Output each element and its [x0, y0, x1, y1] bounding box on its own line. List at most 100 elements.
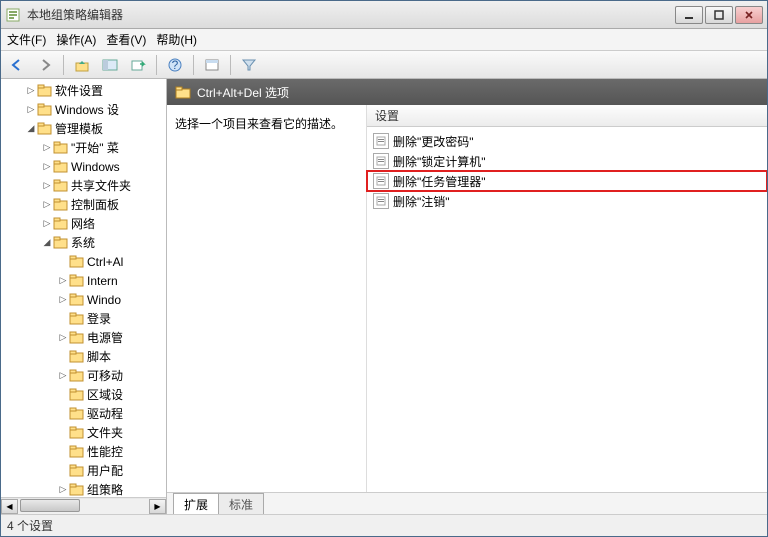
expand-icon[interactable]: ▷ — [41, 199, 53, 210]
settings-list[interactable]: 删除"更改密码" 删除"锁定计算机" 删除"任务管理器"删除"注销" — [367, 127, 767, 492]
expand-icon[interactable]: ▷ — [41, 218, 53, 229]
folder-icon — [69, 274, 85, 288]
tree-item-label: 网络 — [71, 215, 95, 232]
expand-icon[interactable]: ▷ — [25, 104, 37, 115]
tree-item[interactable]: ▷组策略 — [1, 480, 166, 497]
content-area: ▷软件设置▷Windows 设◢管理模板▷"开始" 菜▷Windows▷共享文件… — [1, 79, 767, 514]
tree-item[interactable]: ▷ 网络 — [1, 214, 166, 233]
list-header-label: 设置 — [375, 107, 399, 124]
toolbar-separator — [193, 55, 194, 75]
description-prompt: 选择一个项目来查看它的描述。 — [175, 117, 343, 131]
minimize-button[interactable] — [675, 6, 703, 24]
menu-help[interactable]: 帮助(H) — [156, 31, 197, 48]
folder-icon — [69, 388, 85, 402]
tree-body[interactable]: ▷软件设置▷Windows 设◢管理模板▷"开始" 菜▷Windows▷共享文件… — [1, 79, 166, 497]
tree-item[interactable]: 登录 — [1, 309, 166, 328]
tab-extended[interactable]: 扩展 — [173, 493, 219, 514]
tree-item[interactable]: ▷可移动 — [1, 366, 166, 385]
tree-hscrollbar[interactable]: ◀ ▶ — [1, 497, 166, 514]
scroll-track[interactable] — [18, 499, 149, 514]
forward-button[interactable] — [33, 54, 57, 76]
tree-item-label: Windo — [87, 293, 121, 307]
right-pane: Ctrl+Alt+Del 选项 选择一个项目来查看它的描述。 设置 删除"更改密… — [167, 79, 767, 514]
app-icon — [5, 7, 21, 23]
tree-item[interactable]: ▷Windows — [1, 157, 166, 176]
menu-action[interactable]: 操作(A) — [56, 31, 96, 48]
policy-icon — [373, 173, 389, 189]
maximize-button[interactable] — [705, 6, 733, 24]
folder-icon — [69, 369, 85, 383]
tree-item[interactable]: ▷"开始" 菜 — [1, 138, 166, 157]
tree-item[interactable]: 性能控 — [1, 442, 166, 461]
tree-item[interactable]: Ctrl+Al — [1, 252, 166, 271]
show-hide-tree-button[interactable] — [98, 54, 122, 76]
export-list-button[interactable] — [126, 54, 150, 76]
tree-item[interactable]: ◢ 系统 — [1, 233, 166, 252]
menu-file[interactable]: 文件(F) — [7, 31, 46, 48]
tree-item-label: 区域设 — [87, 386, 123, 403]
expand-icon[interactable]: ▷ — [25, 85, 37, 96]
expand-icon[interactable]: ◢ — [41, 237, 53, 248]
scroll-thumb[interactable] — [20, 499, 80, 512]
toolbar-separator — [230, 55, 231, 75]
expand-icon[interactable]: ▷ — [41, 161, 53, 172]
tree-item[interactable]: ▷控制面板 — [1, 195, 166, 214]
folder-icon — [175, 85, 191, 99]
up-folder-button[interactable] — [70, 54, 94, 76]
tree-item[interactable]: ▷ 共享文件夹 — [1, 176, 166, 195]
menubar: 文件(F) 操作(A) 查看(V) 帮助(H) — [1, 29, 767, 51]
expand-icon[interactable]: ▷ — [57, 275, 69, 286]
properties-button[interactable] — [200, 54, 224, 76]
tree-item[interactable]: ▷电源管 — [1, 328, 166, 347]
list-header-setting[interactable]: 设置 — [367, 105, 767, 127]
expand-icon[interactable]: ▷ — [41, 180, 53, 191]
folder-icon — [37, 84, 53, 98]
list-row[interactable]: 删除"任务管理器" — [367, 171, 767, 191]
titlebar[interactable]: 本地组策略编辑器 — [1, 1, 767, 29]
tree-item[interactable]: 用户配 — [1, 461, 166, 480]
folder-icon — [69, 331, 85, 345]
expand-icon[interactable]: ▷ — [57, 370, 69, 381]
tree-item[interactable]: 脚本 — [1, 347, 166, 366]
tree-item-label: 共享文件夹 — [71, 177, 131, 194]
tree-item[interactable]: 文件夹 — [1, 423, 166, 442]
tree-item[interactable]: ▷软件设置 — [1, 81, 166, 100]
tree-item[interactable]: ◢管理模板 — [1, 119, 166, 138]
folder-icon — [69, 464, 85, 478]
expand-icon[interactable]: ▷ — [57, 484, 69, 495]
expand-icon[interactable]: ▷ — [41, 142, 53, 153]
folder-icon — [69, 293, 85, 307]
expand-icon[interactable]: ▷ — [57, 332, 69, 343]
tree-item-label: 系统 — [71, 234, 95, 251]
tree-item-label: Intern — [87, 274, 118, 288]
list-row[interactable]: 删除"锁定计算机" — [367, 151, 767, 171]
window-title: 本地组策略编辑器 — [27, 6, 675, 23]
help-button[interactable]: ? — [163, 54, 187, 76]
list-row[interactable]: 删除"更改密码" — [367, 131, 767, 151]
list-row-text: 删除"任务管理器" — [393, 173, 486, 190]
tab-standard[interactable]: 标准 — [218, 493, 264, 514]
scroll-right-button[interactable]: ▶ — [149, 499, 166, 514]
folder-icon — [69, 445, 85, 459]
menu-view[interactable]: 查看(V) — [106, 31, 146, 48]
expand-icon[interactable]: ▷ — [57, 294, 69, 305]
tree-item[interactable]: 驱动程 — [1, 404, 166, 423]
tree-item[interactable]: 区域设 — [1, 385, 166, 404]
tree-item-label: Ctrl+Al — [87, 255, 123, 269]
path-label: Ctrl+Alt+Del 选项 — [197, 84, 289, 101]
filter-button[interactable] — [237, 54, 261, 76]
expand-icon[interactable]: ◢ — [25, 123, 37, 134]
toolbar-separator — [156, 55, 157, 75]
status-text: 4 个设置 — [7, 517, 53, 534]
list-row-text: 删除"锁定计算机" — [393, 153, 486, 170]
folder-icon — [69, 350, 85, 364]
policy-icon — [373, 133, 389, 149]
tree-item[interactable]: ▷ Intern — [1, 271, 166, 290]
close-button[interactable] — [735, 6, 763, 24]
list-row-text: 删除"更改密码" — [393, 133, 474, 150]
scroll-left-button[interactable]: ◀ — [1, 499, 18, 514]
tree-item[interactable]: ▷ Windo — [1, 290, 166, 309]
back-button[interactable] — [5, 54, 29, 76]
tree-item[interactable]: ▷Windows 设 — [1, 100, 166, 119]
list-row[interactable]: 删除"注销" — [367, 191, 767, 211]
